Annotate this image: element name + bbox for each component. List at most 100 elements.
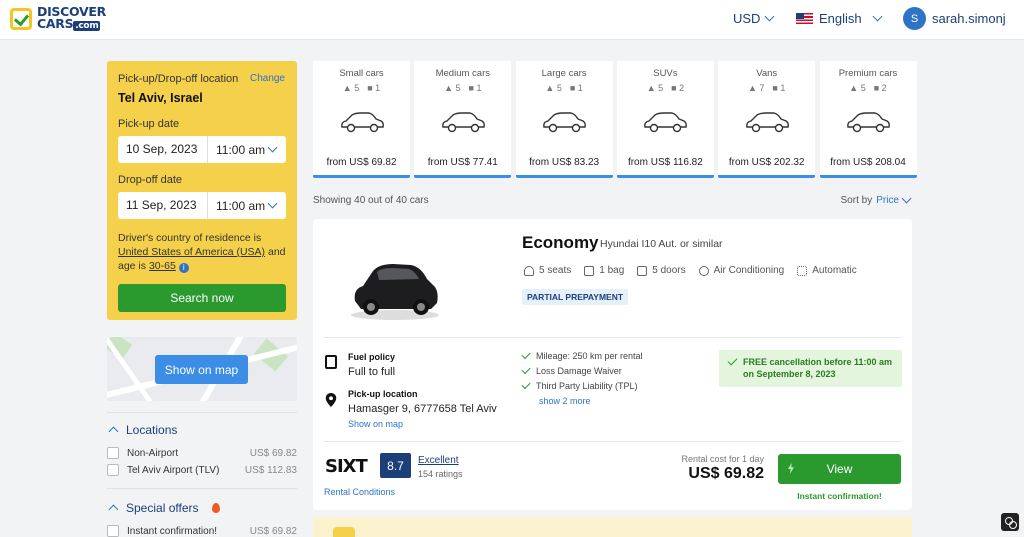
locations-filter-header[interactable]: Locations [108, 423, 178, 437]
car-silhouette-icon [414, 111, 511, 136]
seats-text: 5 seats [539, 265, 572, 276]
ac-text: Air Conditioning [713, 265, 785, 276]
door-icon [637, 265, 648, 276]
bags-value: 1 [375, 83, 381, 93]
category-name: Large cars [541, 68, 587, 79]
checkbox[interactable] [107, 464, 119, 476]
bags-value: 1 [476, 83, 482, 93]
transmission-text: Automatic [812, 265, 857, 276]
sort-value: Price [876, 195, 899, 206]
checkbox[interactable] [107, 525, 119, 537]
lightning-icon [788, 463, 794, 474]
search-now-button[interactable]: Search now [118, 284, 286, 312]
user-menu[interactable]: S sarah.simonj [903, 7, 1006, 30]
car-category-card[interactable]: Medium cars ▲ 5 ■ 1 from US$ 77.41 [414, 61, 512, 178]
filter-option[interactable]: Instant confirmation! US$ 69.82 [107, 525, 297, 537]
category-price: from US$ 116.82 [627, 157, 703, 168]
sort-selector[interactable]: Sort by Price [841, 193, 912, 206]
chevron-up-icon [108, 504, 119, 515]
bags-value: 1 [780, 83, 786, 93]
bags-count: ■ 1 [772, 83, 786, 93]
category-price: from US$ 69.82 [326, 157, 397, 168]
extension-icon[interactable] [1001, 513, 1019, 531]
category-specs: ▲ 5 ■ 2 [617, 83, 714, 93]
show-on-map-link[interactable]: Show on map [348, 419, 403, 429]
car-model: Hyundai I10 Aut. or similar [600, 238, 723, 250]
residence-info: Driver's country of residence is United … [118, 231, 286, 273]
divider [324, 441, 901, 442]
category-name: SUVs [653, 68, 678, 79]
language-label: English [819, 11, 862, 26]
seats-count: ▲ 7 [747, 83, 765, 93]
change-location-link[interactable]: Change [250, 73, 285, 84]
dropoff-date-input[interactable]: 11 Sep, 2023 [118, 192, 208, 219]
bag-icon [584, 265, 595, 276]
car-offer-card: Economy Hyundai I10 Aut. or similar 5 se… [313, 219, 912, 510]
instant-confirmation-label: Instant confirmation! [797, 491, 882, 501]
seats-value: 5 [455, 83, 461, 93]
filter-option[interactable]: Tel Aviv Airport (TLV) US$ 112.83 [107, 464, 297, 476]
car-category-card[interactable]: Vans ▲ 7 ■ 1 from US$ 202.32 [718, 61, 816, 178]
check-item-text: Third Party Liability (TPL) [536, 381, 638, 391]
fuel-policy-value: Full to full [348, 366, 396, 378]
ac-feature: Air Conditioning [698, 265, 785, 276]
pickup-date-input[interactable]: 10 Sep, 2023 [118, 136, 208, 163]
filter-label: Non-Airport [127, 447, 179, 459]
category-name: Premium cars [838, 68, 898, 79]
car-category-card[interactable]: Small cars ▲ 5 ■ 1 from US$ 69.82 [313, 61, 410, 178]
category-specs: ▲ 5 ■ 1 [414, 83, 511, 93]
check-item-text: Loss Damage Waiver [536, 366, 622, 376]
chevron-down-icon [267, 142, 278, 153]
filter-price: US$ 112.83 [244, 464, 297, 476]
currency-label: USD [733, 11, 761, 26]
currency-selector[interactable]: USD [733, 11, 775, 26]
bags-value: 2 [679, 83, 685, 93]
check-icon [727, 355, 738, 366]
locations-title: Locations [126, 423, 178, 437]
show-more-link[interactable]: show 2 more [522, 396, 643, 406]
check-icon [521, 349, 531, 360]
rental-cost-label: Rental cost for 1 day [681, 454, 764, 464]
discovercars-logo[interactable]: DISCOVER CARS .com [10, 5, 106, 32]
bags-value: 1 [577, 83, 583, 93]
seats-count: ▲ 5 [545, 83, 562, 93]
list-item: Third Party Liability (TPL) [521, 379, 643, 391]
rating-count: 154 ratings [418, 469, 463, 479]
show-on-map-button[interactable]: Show on map [155, 355, 248, 384]
car-category-card[interactable]: Premium cars ▲ 5 ■ 2 from US$ 208.04 [819, 61, 917, 178]
logo-line2: CARS [37, 16, 74, 31]
car-silhouette-icon [617, 111, 714, 136]
special-offers-filter-header[interactable]: Special offers [108, 501, 220, 515]
check-icon [521, 364, 531, 375]
checkbox[interactable] [107, 447, 119, 459]
next-offer-card [313, 517, 912, 537]
chevron-down-icon [901, 193, 912, 204]
filter-option[interactable]: Non-Airport US$ 69.82 [107, 447, 297, 459]
car-category-card[interactable]: SUVs ▲ 5 ■ 2 from US$ 116.82 [616, 61, 714, 178]
dropoff-datetime-field: 11 Sep, 2023 11:00 am [118, 192, 286, 219]
seats-value: 7 [759, 83, 765, 93]
car-category-card[interactable]: Large cars ▲ 5 ■ 1 from US$ 83.23 [515, 61, 613, 178]
info-icon[interactable]: i [178, 263, 189, 273]
person-icon [524, 265, 534, 276]
logo-check-icon [10, 8, 32, 30]
results-count: Showing 40 out of 40 cars [313, 195, 429, 206]
car-silhouette-icon [516, 111, 613, 136]
residence-country-link[interactable]: United States of America (USA) [118, 246, 265, 258]
view-deal-button[interactable]: View [778, 454, 901, 484]
filter-price: US$ 69.82 [249, 447, 297, 459]
pickup-time-select[interactable]: 11:00 am [208, 143, 286, 157]
category-specs: ▲ 5 ■ 1 [313, 83, 410, 93]
language-selector[interactable]: English [796, 11, 883, 26]
doors-text: 5 doors [652, 265, 686, 276]
free-cancellation-notice: FREE cancellation before 11:00 am on Sep… [719, 350, 902, 387]
age-range-link[interactable]: 30-65 [149, 260, 176, 272]
free-cancellation-text: FREE cancellation before 11:00 am on Sep… [743, 357, 893, 379]
prepayment-badge: PARTIAL PREPAYMENT [522, 289, 629, 305]
doors-feature: 5 doors [637, 265, 686, 276]
view-button-label: View [826, 462, 853, 476]
rating-text-link[interactable]: Excellent [418, 455, 459, 466]
map-preview[interactable]: Show on map [107, 337, 297, 401]
dropoff-time-select[interactable]: 11:00 am [208, 199, 286, 213]
rental-conditions-link[interactable]: Rental Conditions [324, 487, 395, 497]
